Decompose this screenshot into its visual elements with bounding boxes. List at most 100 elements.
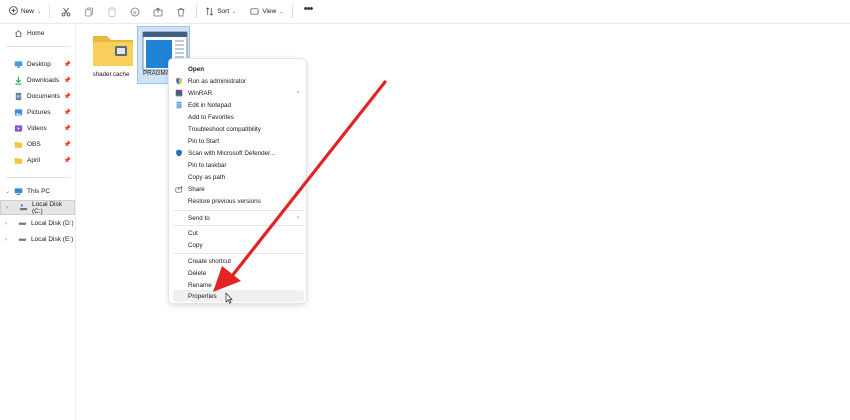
sidebar-item-home[interactable]: Home xyxy=(0,26,75,41)
downloads-icon xyxy=(14,76,23,85)
sort-icon xyxy=(206,7,214,16)
pin-icon: 📌 xyxy=(63,126,71,132)
drive-icon xyxy=(19,203,28,212)
sidebar-item-local-disk-d[interactable]: › Local Disk (D:) xyxy=(0,216,75,231)
menu-item-properties[interactable]: Properties xyxy=(173,290,304,302)
menu-item-label: Cut xyxy=(188,229,198,237)
delete-button[interactable] xyxy=(172,3,190,21)
new-button[interactable]: New ⌄ xyxy=(5,3,45,21)
menu-item-send-to[interactable]: Send to › xyxy=(173,212,304,224)
toolbar-divider xyxy=(291,5,293,18)
chevron-right-icon[interactable]: › xyxy=(5,237,7,243)
trash-icon xyxy=(177,7,185,16)
new-button-label: New xyxy=(21,8,35,15)
menu-item-share[interactable]: Share xyxy=(173,183,304,195)
see-more-button[interactable]: ••• xyxy=(299,3,317,21)
menu-item-label: Scan with Microsoft Defender... xyxy=(188,149,276,157)
menu-item-label: Restore previous versions xyxy=(188,197,261,205)
menu-item-label: Delete xyxy=(188,269,207,277)
view-button[interactable]: View ⌄ xyxy=(246,3,287,21)
menu-item-troubleshoot-compatibility[interactable]: Troubleshoot compatibility xyxy=(173,123,304,135)
drive-icon xyxy=(18,235,27,244)
scissors-icon xyxy=(61,7,71,16)
menu-item-label: Send to xyxy=(188,214,210,222)
view-button-label: View xyxy=(262,8,277,15)
copy-button[interactable] xyxy=(80,3,98,21)
sort-button-label: Sort xyxy=(217,8,230,15)
menu-item-edit-in-notepad[interactable]: Edit in Notepad xyxy=(173,99,304,111)
menu-item-run-as-administrator[interactable]: Run as administrator xyxy=(173,75,304,87)
sidebar-item-this-pc[interactable]: ⌄ This PC xyxy=(0,184,75,199)
menu-item-winrar[interactable]: WinRAR › xyxy=(173,87,304,99)
chevron-right-icon[interactable]: › xyxy=(6,205,8,211)
sidebar-item-pictures[interactable]: Pictures 📌 xyxy=(0,105,75,120)
paste-button[interactable] xyxy=(103,3,121,21)
chevron-down-icon: ⌄ xyxy=(232,8,237,15)
pin-icon: 📌 xyxy=(63,78,71,84)
cut-button[interactable] xyxy=(57,3,75,21)
sidebar-item-desktop[interactable]: Desktop 📌 xyxy=(0,57,75,72)
sort-button[interactable]: Sort ⌄ xyxy=(201,3,240,21)
view-icon xyxy=(250,8,259,15)
sidebar-item-videos[interactable]: Videos 📌 xyxy=(0,121,75,136)
videos-icon xyxy=(14,124,23,133)
sidebar-item-label: April xyxy=(27,157,41,164)
copy-icon xyxy=(84,7,93,16)
menu-item-open[interactable]: Open xyxy=(173,63,304,75)
menu-item-label: Add to Favorites xyxy=(188,113,234,121)
sidebar-item-obs[interactable]: OBS 📌 xyxy=(0,137,75,152)
sidebar-item-label: Documents xyxy=(27,93,60,100)
menu-item-label: Troubleshoot compatibility xyxy=(188,125,261,133)
file-name: shader.cache xyxy=(92,71,130,78)
pin-icon: 📌 xyxy=(63,62,71,68)
svg-text:a: a xyxy=(133,10,136,16)
sidebar-item-april[interactable]: April 📌 xyxy=(0,153,75,168)
folder-icon xyxy=(89,30,136,72)
menu-item-label: Edit in Notepad xyxy=(188,101,232,109)
documents-icon xyxy=(14,92,23,101)
menu-item-copy-as-path[interactable]: Copy as path xyxy=(173,171,304,183)
sidebar-item-label: Pictures xyxy=(27,109,51,116)
menu-item-delete[interactable]: Delete xyxy=(173,267,304,279)
file-item-shader-cache[interactable]: shader.cache xyxy=(86,30,136,84)
sidebar-item-documents[interactable]: Documents 📌 xyxy=(0,89,75,104)
sidebar-divider xyxy=(6,46,70,47)
menu-item-pin-to-taskbar[interactable]: Pin to taskbar xyxy=(173,159,304,171)
sidebar-item-local-disk-e[interactable]: › Local Disk (E:) xyxy=(0,232,75,247)
share-button[interactable] xyxy=(149,3,167,21)
menu-item-pin-to-start[interactable]: Pin to Start xyxy=(173,135,304,147)
menu-item-label: WinRAR xyxy=(188,89,213,97)
sidebar-item-label: Desktop xyxy=(27,61,51,68)
toolbar-divider xyxy=(49,5,51,18)
sidebar-item-label: Local Disk (E:) xyxy=(31,236,74,243)
sidebar-item-label: OBS xyxy=(27,141,41,148)
pictures-icon xyxy=(14,108,23,117)
menu-item-add-to-favorites[interactable]: Add to Favorites xyxy=(173,111,304,123)
menu-item-label: Copy as path xyxy=(188,173,226,181)
folder-icon xyxy=(14,140,23,149)
menu-item-scan-with-defender[interactable]: Scan with Microsoft Defender... xyxy=(173,147,304,159)
share-icon xyxy=(175,185,183,193)
menu-separator xyxy=(173,210,304,211)
sidebar-item-downloads[interactable]: Downloads 📌 xyxy=(0,73,75,88)
menu-item-label: Create shortcut xyxy=(188,257,232,265)
chevron-right-icon[interactable]: › xyxy=(5,221,7,227)
desktop-icon xyxy=(14,60,23,69)
chevron-down-icon[interactable]: ⌄ xyxy=(5,188,10,195)
sidebar-item-label: Downloads xyxy=(27,77,60,84)
rename-button[interactable]: a xyxy=(126,3,144,21)
menu-item-restore-previous-versions[interactable]: Restore previous versions xyxy=(173,195,304,207)
drive-icon xyxy=(18,219,27,228)
menu-item-label: Copy xyxy=(188,241,203,249)
pin-icon: 📌 xyxy=(63,158,71,164)
rename-icon: a xyxy=(130,7,140,16)
winrar-icon xyxy=(175,89,183,97)
menu-item-label: Properties xyxy=(188,292,217,300)
sidebar-item-local-disk-c[interactable]: › Local Disk (C:) xyxy=(0,200,75,215)
menu-item-copy[interactable]: Copy xyxy=(173,239,304,251)
clipboard-icon xyxy=(108,7,116,17)
menu-item-create-shortcut[interactable]: Create shortcut xyxy=(173,255,304,267)
menu-item-label: Open xyxy=(188,65,205,73)
menu-item-cut[interactable]: Cut xyxy=(173,227,304,239)
menu-separator xyxy=(173,253,304,254)
